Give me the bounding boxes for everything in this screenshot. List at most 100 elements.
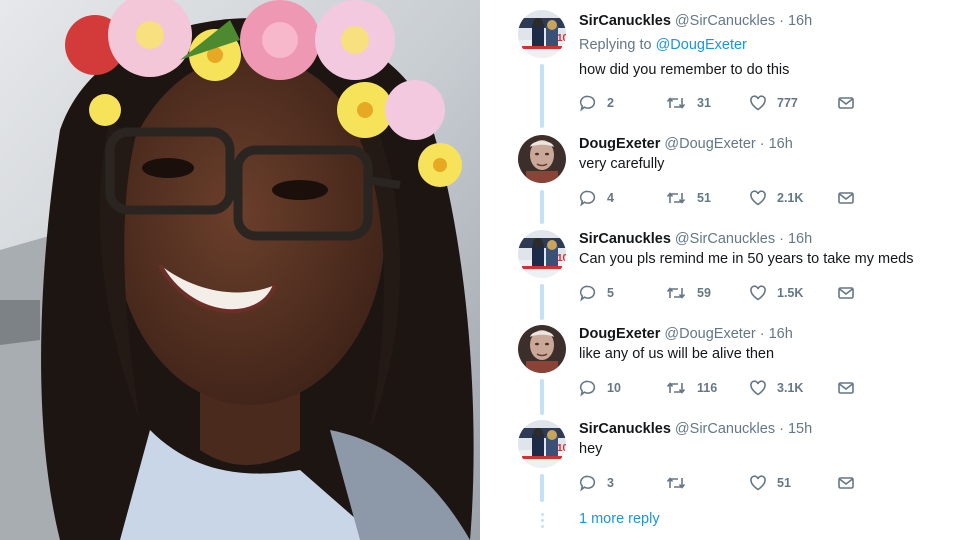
hockey-avatar[interactable]: 10	[518, 230, 566, 278]
retweet-count: 116	[697, 381, 718, 395]
hockey-avatar[interactable]: 10	[518, 10, 566, 58]
reply-count: 10	[607, 381, 621, 395]
like-count: 777	[777, 96, 798, 110]
old-man-avatar-image	[518, 325, 566, 373]
mention-link[interactable]: @DougExeter	[656, 37, 747, 53]
tweet-thread: 10 SirCanuckles @SirCanuckles · 16h Repl…	[480, 0, 960, 540]
tweet-text: how did you remember to do this	[579, 62, 790, 78]
author-handle[interactable]: @DougExeter	[664, 326, 755, 342]
old-man-avatar[interactable]	[518, 135, 566, 183]
retweet-icon	[666, 477, 686, 489]
like-count: 3.1K	[777, 381, 804, 395]
tweet-text: like any of us will be alive then	[579, 346, 775, 362]
author-name[interactable]: DougExeter	[579, 326, 660, 342]
author-handle[interactable]: @SirCanuckles	[675, 231, 775, 247]
reply-icon	[579, 285, 596, 302]
tweet-timestamp[interactable]: · 15h	[779, 421, 812, 437]
tweet-timestamp[interactable]: · 16h	[779, 231, 812, 247]
retweet-button[interactable]	[665, 473, 697, 493]
message-icon	[838, 287, 854, 299]
author-handle[interactable]: @SirCanuckles	[675, 421, 775, 437]
like-button[interactable]: 3.1K	[749, 378, 803, 398]
message-button[interactable]	[837, 283, 855, 303]
tweet-actions: 4 51 2.1K	[579, 188, 879, 208]
reply-button[interactable]: 2	[579, 93, 614, 113]
replying-to: Replying to @DougExeter	[579, 37, 747, 53]
retweet-button[interactable]: 59	[665, 283, 711, 303]
author-name[interactable]: SirCanuckles	[579, 13, 671, 29]
message-icon	[838, 382, 854, 394]
more-replies-link[interactable]: 1 more reply	[579, 511, 660, 527]
like-icon	[750, 95, 766, 111]
tweet-text: hey	[579, 441, 603, 457]
reply-button[interactable]: 5	[579, 283, 614, 303]
like-icon	[750, 380, 766, 396]
tweet-actions: 3 51	[579, 473, 879, 493]
author-name[interactable]: SirCanuckles	[579, 231, 671, 247]
tweet-actions: 10 116 3.1K	[579, 378, 879, 398]
like-icon	[750, 190, 766, 206]
reply-button[interactable]: 10	[579, 378, 621, 398]
reply-button[interactable]: 4	[579, 188, 614, 208]
tweet-header: DougExeter @DougExeter · 16h	[579, 325, 793, 343]
retweet-button[interactable]: 51	[665, 188, 711, 208]
author-name[interactable]: SirCanuckles	[579, 421, 671, 437]
reply-icon	[579, 475, 596, 492]
svg-text:10: 10	[557, 443, 566, 454]
retweet-button[interactable]: 116	[665, 378, 717, 398]
retweet-count: 51	[697, 191, 711, 205]
like-icon	[750, 285, 766, 301]
author-handle[interactable]: @SirCanuckles	[675, 13, 775, 29]
reply-button[interactable]: 3	[579, 473, 614, 493]
retweet-count: 31	[697, 96, 711, 110]
svg-text:10: 10	[557, 253, 566, 264]
tweet-timestamp[interactable]: · 16h	[760, 326, 793, 342]
tweet[interactable]: 10 SirCanuckles @SirCanuckles · 15h hey …	[480, 420, 960, 505]
author-name[interactable]: DougExeter	[579, 136, 660, 152]
message-button[interactable]	[837, 188, 855, 208]
reply-icon	[579, 190, 596, 207]
retweet-count: 59	[697, 286, 711, 300]
like-button[interactable]: 2.1K	[749, 188, 803, 208]
message-button[interactable]	[837, 93, 855, 113]
like-count: 51	[777, 476, 791, 490]
tweet[interactable]: 10 SirCanuckles @SirCanuckles · 16h Can …	[480, 230, 960, 320]
reply-count: 2	[607, 96, 614, 110]
tweet-header: DougExeter @DougExeter · 16h	[579, 135, 793, 153]
tweet-timestamp[interactable]: · 16h	[760, 136, 793, 152]
message-button[interactable]	[837, 378, 855, 398]
tweet-actions: 2 31 777	[579, 93, 879, 113]
like-count: 1.5K	[777, 286, 804, 300]
selfie-illustration	[0, 0, 480, 540]
like-button[interactable]: 1.5K	[749, 283, 803, 303]
reply-count: 4	[607, 191, 614, 205]
author-handle[interactable]: @DougExeter	[664, 136, 755, 152]
svg-text:10: 10	[557, 33, 566, 44]
message-icon	[838, 477, 854, 489]
retweet-icon	[666, 382, 686, 394]
hockey-avatar-image: 10	[518, 10, 566, 58]
old-man-avatar-image	[518, 135, 566, 183]
hockey-avatar[interactable]: 10	[518, 420, 566, 468]
like-icon	[750, 475, 766, 491]
tweet-header: SirCanuckles @SirCanuckles · 16h	[579, 230, 812, 248]
retweet-button[interactable]: 31	[665, 93, 711, 113]
like-button[interactable]: 777	[749, 93, 798, 113]
tweet-header: SirCanuckles @SirCanuckles · 15h	[579, 420, 812, 438]
retweet-icon	[666, 97, 686, 109]
hockey-avatar-image: 10	[518, 420, 566, 468]
message-button[interactable]	[837, 473, 855, 493]
old-man-avatar[interactable]	[518, 325, 566, 373]
reply-icon	[579, 380, 596, 397]
tweet[interactable]: DougExeter @DougExeter · 16h very carefu…	[480, 135, 960, 225]
tweet-timestamp[interactable]: · 16h	[779, 13, 812, 29]
tweet[interactable]: DougExeter @DougExeter · 16h like any of…	[480, 325, 960, 415]
reply-count: 5	[607, 286, 614, 300]
message-icon	[838, 192, 854, 204]
tweet[interactable]: 10 SirCanuckles @SirCanuckles · 16h Repl…	[480, 10, 960, 120]
like-button[interactable]: 51	[749, 473, 791, 493]
tweet-actions: 5 59 1.5K	[579, 283, 879, 303]
tweet-text: Can you pls remind me in 50 years to tak…	[579, 251, 914, 267]
tweet-header: SirCanuckles @SirCanuckles · 16h	[579, 12, 812, 30]
hockey-avatar-image: 10	[518, 230, 566, 278]
